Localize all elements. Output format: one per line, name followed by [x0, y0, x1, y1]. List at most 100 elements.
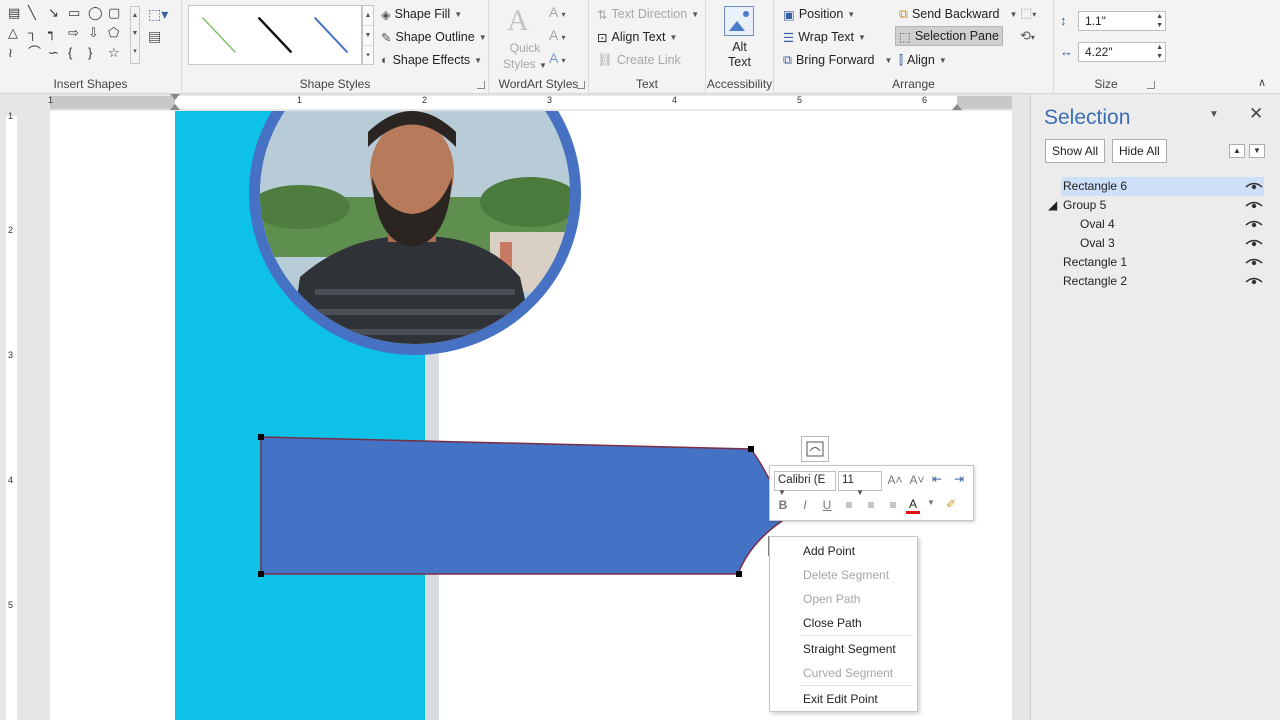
- edit-shape-icon[interactable]: ⬚▾: [148, 6, 168, 23]
- show-all-button[interactable]: Show All: [1045, 139, 1106, 163]
- curve-shape-icon[interactable]: ∽: [48, 46, 59, 60]
- visibility-eye-icon[interactable]: [1245, 201, 1263, 211]
- right-arrow-shape-icon[interactable]: ⇨: [68, 26, 79, 40]
- selection-item-rectangle-6[interactable]: Rectangle 6: [1061, 177, 1264, 196]
- down-arrow-shape-icon[interactable]: ⇩: [88, 26, 99, 40]
- position-button[interactable]: ▣ Position ▼: [780, 4, 858, 24]
- horizontal-ruler[interactable]: 1 1 2 3 4 5 6: [0, 94, 1030, 111]
- line-shape-icon[interactable]: ╲: [28, 6, 36, 20]
- bold-icon[interactable]: B: [774, 498, 792, 512]
- font-size-select[interactable]: 11 ▼: [838, 471, 882, 497]
- pane-options-dropdown-icon[interactable]: ▼: [1209, 109, 1219, 120]
- arc-shape-icon[interactable]: ⌒: [28, 46, 41, 60]
- align-button[interactable]: ⫿ Align ▼: [896, 50, 950, 70]
- shape-styles-scroll[interactable]: ▲ ▼ ▾: [362, 5, 374, 65]
- bring-forward-arrow-button[interactable]: ▲: [1229, 144, 1245, 158]
- visibility-eye-icon[interactable]: [1245, 277, 1263, 287]
- selection-item-oval-4[interactable]: Oval 4: [1080, 215, 1115, 234]
- visibility-eye-icon[interactable]: [1245, 220, 1263, 230]
- format-painter-icon[interactable]: ✐: [942, 497, 960, 511]
- visibility-eye-icon[interactable]: [1245, 258, 1263, 268]
- shape-styles-launcher[interactable]: [477, 81, 485, 89]
- text-effects-icon[interactable]: A ▾: [549, 50, 565, 66]
- shape-height-input[interactable]: 1.1" ▲ ▼: [1078, 11, 1166, 31]
- close-pane-icon[interactable]: ✕: [1249, 104, 1263, 124]
- shape-effects-button[interactable]: ◐ Shape Effects ▼: [378, 50, 485, 70]
- align-left-icon[interactable]: ≡: [840, 498, 858, 512]
- align-right-icon[interactable]: ≡: [884, 498, 902, 512]
- add-point-menu-item[interactable]: Add Point: [803, 544, 855, 558]
- shape-outline-button[interactable]: ✎ Shape Outline ▼: [378, 27, 490, 47]
- decrease-indent-icon[interactable]: ⇤: [928, 472, 946, 486]
- wrap-text-button[interactable]: ☰ Wrap Text ▼: [780, 27, 869, 47]
- triangle-shape-icon[interactable]: △: [8, 26, 18, 40]
- close-brace-shape-icon[interactable]: }: [88, 46, 92, 60]
- edit-point[interactable]: [748, 446, 754, 452]
- flowchart-shape-icon[interactable]: ⬠: [108, 26, 119, 40]
- edit-point[interactable]: [736, 571, 742, 577]
- star-shape-icon[interactable]: ☆: [108, 46, 120, 60]
- selection-item-group-5[interactable]: Group 5: [1063, 196, 1106, 215]
- visibility-eye-icon[interactable]: [1245, 182, 1263, 192]
- font-color-icon[interactable]: A: [906, 497, 920, 514]
- send-backward-arrow-button[interactable]: ▼: [1249, 144, 1265, 158]
- arrow-line-shape-icon[interactable]: ↘: [48, 6, 59, 20]
- align-center-icon[interactable]: ≡: [862, 498, 880, 512]
- height-spinner[interactable]: ▲ ▼: [1156, 12, 1163, 30]
- elbow-connector-icon[interactable]: ┐: [28, 26, 37, 40]
- straight-segment-menu-item[interactable]: Straight Segment: [803, 642, 896, 656]
- textbox-shape-icon[interactable]: ▤: [8, 6, 20, 20]
- size-launcher[interactable]: [1147, 81, 1155, 89]
- rotate-icon[interactable]: ⟲▾: [1020, 28, 1035, 44]
- curved-segment-menu-item[interactable]: Curved Segment: [803, 666, 893, 680]
- increase-indent-icon[interactable]: ⇥: [950, 472, 968, 486]
- italic-icon[interactable]: I: [796, 498, 814, 512]
- visibility-eye-icon[interactable]: [1245, 239, 1263, 249]
- left-indent-marker[interactable]: [170, 104, 180, 110]
- font-color-dropdown-icon[interactable]: ▼: [922, 498, 940, 507]
- shapes-gallery-scroll[interactable]: ▲ ▼ ▾: [130, 6, 140, 64]
- text-outline-icon[interactable]: A ▾: [549, 27, 565, 43]
- brace-shape-icon[interactable]: {: [68, 46, 72, 60]
- rounded-rect-shape-icon[interactable]: ▢: [108, 6, 120, 20]
- alt-text-button[interactable]: Alt Text: [706, 40, 773, 70]
- draw-textbox-icon[interactable]: ▤: [148, 28, 161, 45]
- grow-font-icon[interactable]: A˄: [886, 473, 904, 487]
- oval-shape-icon[interactable]: ◯: [88, 6, 103, 20]
- edit-point[interactable]: [258, 434, 264, 440]
- group-objects-icon[interactable]: ⬚▾: [1020, 5, 1036, 21]
- selection-item-rectangle-2[interactable]: Rectangle 2: [1063, 272, 1127, 291]
- shapes-gallery[interactable]: ▤ ╲ ↘ ▭ ◯ ▢ △ ┐ ┑ ⇨ ⇩ ⬠ ≀ ⌒ ∽ { } ☆: [8, 6, 138, 64]
- group-expand-icon[interactable]: ◢: [1048, 196, 1057, 215]
- align-text-button[interactable]: ⊡ Align Text ▼: [594, 27, 680, 47]
- selection-item-oval-3[interactable]: Oval 3: [1080, 234, 1115, 253]
- delete-segment-menu-item[interactable]: Delete Segment: [803, 568, 889, 582]
- right-indent-marker[interactable]: [952, 104, 962, 110]
- collapse-ribbon-icon[interactable]: ∧: [1258, 76, 1266, 89]
- shape-styles-gallery[interactable]: [188, 5, 362, 65]
- layout-options-button[interactable]: [801, 436, 829, 462]
- text-fill-icon[interactable]: A ▾: [549, 4, 565, 20]
- document-scrollbar[interactable]: [1015, 111, 1030, 720]
- exit-edit-point-menu-item[interactable]: Exit Edit Point: [803, 692, 878, 706]
- text-direction-button[interactable]: ⇅ Text Direction ▼: [594, 4, 702, 24]
- shape-width-input[interactable]: 4.22" ▲ ▼: [1078, 42, 1166, 62]
- underline-icon[interactable]: U: [818, 498, 836, 512]
- edit-point[interactable]: [258, 571, 264, 577]
- shrink-font-icon[interactable]: A˅: [908, 473, 926, 487]
- width-spinner[interactable]: ▲ ▼: [1156, 43, 1163, 61]
- selection-item-rectangle-1[interactable]: Rectangle 1: [1063, 253, 1127, 272]
- hide-all-button[interactable]: Hide All: [1112, 139, 1167, 163]
- rectangle-shape-icon[interactable]: ▭: [68, 6, 80, 20]
- vertical-ruler[interactable]: 1 2 3 4 5: [0, 111, 22, 720]
- bring-forward-button[interactable]: ⧉ Bring Forward ▼: [780, 50, 895, 70]
- create-link-button[interactable]: ⛓ Create Link: [594, 50, 684, 70]
- selection-pane-button[interactable]: ⬚ Selection Pane: [895, 26, 1003, 46]
- close-path-menu-item[interactable]: Close Path: [803, 616, 862, 630]
- freeform-shape-icon[interactable]: ≀: [8, 46, 13, 60]
- elbow-arrow-icon[interactable]: ┑: [48, 26, 56, 40]
- quick-styles-button[interactable]: Quick Styles ▼: [503, 40, 547, 74]
- send-backward-button[interactable]: ⧉ Send Backward ▼: [896, 4, 1020, 24]
- font-name-select[interactable]: Calibri (E ▼: [774, 471, 836, 497]
- shape-fill-button[interactable]: ◈ Shape Fill ▼: [378, 4, 465, 24]
